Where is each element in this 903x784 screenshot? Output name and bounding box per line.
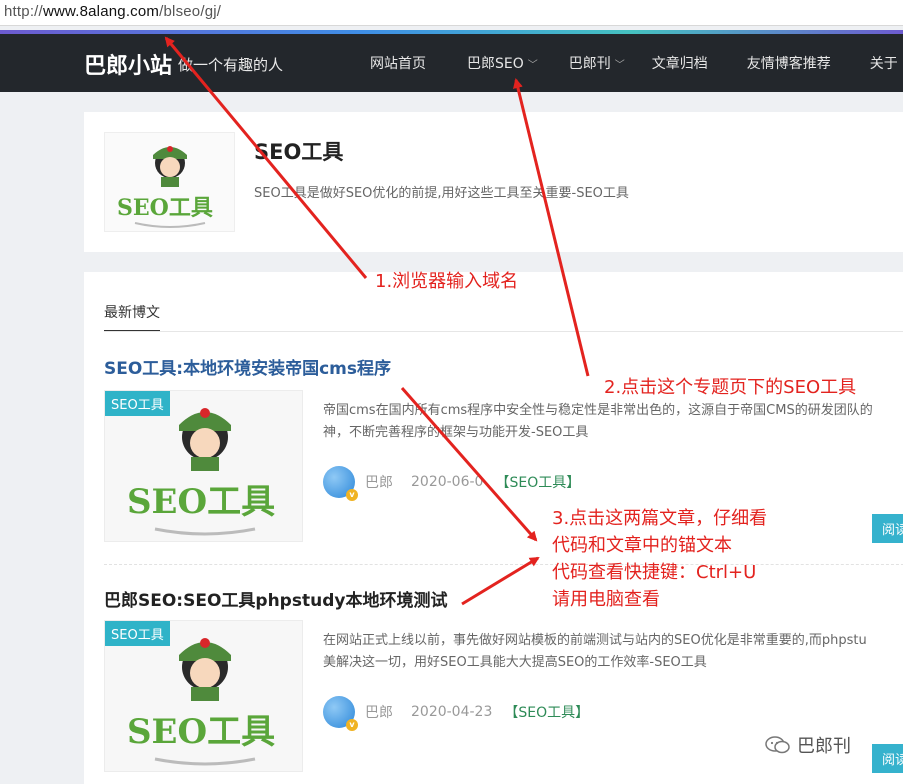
annotation-line: 代码查看快捷键：Ctrl+U: [552, 562, 757, 583]
annotation-line: 代码和文章中的锚文本: [552, 535, 732, 556]
annotation-step-3: 3.点击这两篇文章，仔细看 代码和文章中的锚文本 代码查看快捷键：Ctrl+U …: [552, 505, 767, 613]
annotation-step-2: 2.点击这个专题页下的SEO工具: [604, 377, 857, 398]
annotation-line: 请用电脑查看: [552, 589, 660, 610]
arrow-to-url: [164, 36, 368, 279]
arrow-to-seo-nav: [513, 78, 590, 377]
arrow-to-post-1: [400, 387, 538, 542]
wechat-watermark: 巴郎刊: [765, 732, 851, 758]
watermark-label: 巴郎刊: [797, 736, 851, 757]
annotation-step-1: 1.浏览器输入域名: [375, 271, 519, 292]
annotation-line: 3.点击这两篇文章，仔细看: [552, 508, 768, 529]
wechat-icon: [765, 736, 790, 754]
arrow-to-post-2: [461, 556, 540, 606]
